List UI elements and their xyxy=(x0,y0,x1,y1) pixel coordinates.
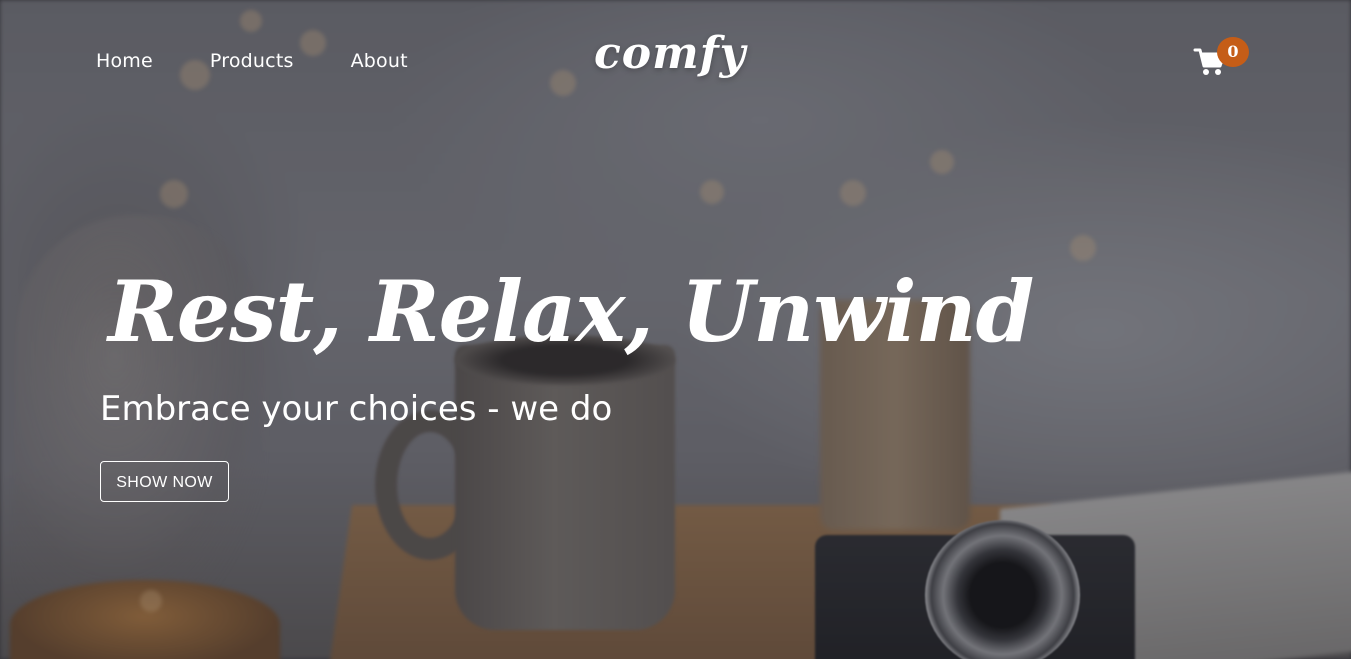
hero-headline: Rest, Relax, Unwind xyxy=(108,262,1034,361)
nav-link-home[interactable]: Home xyxy=(96,50,153,72)
nav-link-products[interactable]: Products xyxy=(210,50,294,72)
nav-link-about[interactable]: About xyxy=(351,50,408,72)
brand-logo[interactable]: comfy xyxy=(594,28,746,79)
hero-subheadline: Embrace your choices - we do xyxy=(100,389,613,429)
top-navbar: Home Products About comfy 0 xyxy=(0,0,1351,125)
hero-banner: Home Products About comfy 0 Rest, Relax,… xyxy=(0,0,1351,659)
show-now-button[interactable]: SHOW NOW xyxy=(100,461,229,502)
nav-links: Home Products About xyxy=(96,50,408,72)
cart-count-badge: 0 xyxy=(1217,37,1249,67)
